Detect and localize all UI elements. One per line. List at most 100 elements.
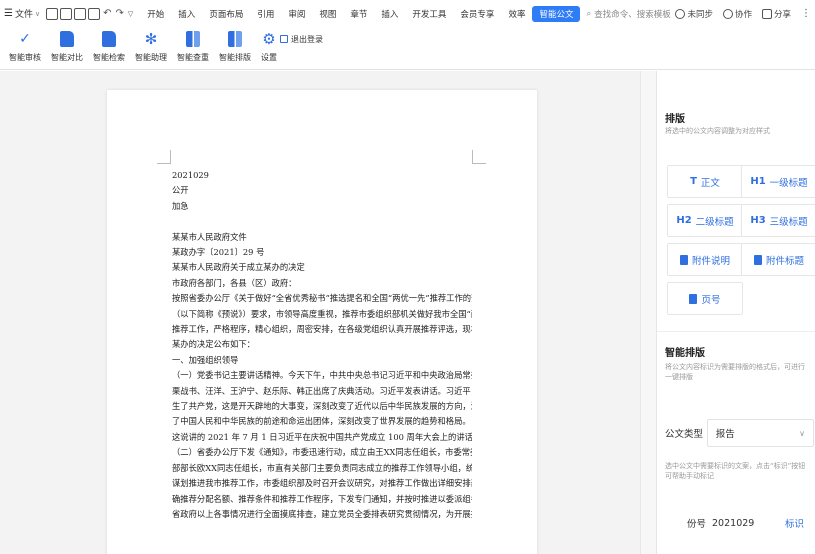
document-line[interactable]: 推荐工作，严格程序，精心组织，周密安排，在各级党组织认真开展推荐评选，现将成立 — [172, 322, 472, 337]
duplicate-icon — [186, 31, 200, 47]
vertical-scrollbar[interactable] — [640, 71, 656, 554]
smart-layout-section-subtitle: 将公文内容标识为需要排版的格式后，可进行一键排版 — [665, 363, 805, 381]
style-attachment-note-button[interactable]: 附件说明 — [667, 243, 743, 276]
smart-layout-panel: 排版 将选中的公文内容调整为对应样式 T 正文 H1 一级标题 H2 二级标题 … — [656, 71, 815, 554]
document-line[interactable]: 谋划推进我市推荐工作，市委组织部及时召开会议研究，对推荐工作做出详细安排部署，明 — [172, 476, 472, 491]
customize-icon[interactable]: ▽ — [128, 10, 133, 18]
compare-icon — [60, 31, 74, 47]
gear-icon: ✻ — [144, 30, 158, 48]
logout-icon — [280, 35, 288, 43]
document-line[interactable]: （一）党委书记主要讲话精神。今天下午，中共中央总书记习近平和中央政治局常委李克强… — [172, 368, 472, 383]
settings-label: 设置 — [261, 53, 277, 62]
layout-section-subtitle: 将选中的公文内容调整为对应样式 — [665, 127, 770, 135]
tab-smart-document[interactable]: 智能公文 — [532, 5, 581, 22]
print-icon[interactable] — [74, 7, 87, 20]
style-body-button[interactable]: T 正文 — [667, 165, 743, 198]
tab-section[interactable]: 章节 — [343, 6, 374, 22]
file-menu[interactable]: ☰ 文件 ∨ — [0, 7, 40, 20]
margin-corner-top-left — [157, 150, 171, 164]
tab-reference[interactable]: 引用 — [250, 6, 281, 22]
document-line[interactable]: （以下简称《预说》）要求，市领导高度重视，推荐市委组织部机关做好我市全国“两优一… — [172, 307, 472, 322]
style-h1-label: 一级标题 — [769, 177, 808, 189]
style-page-number-label: 页号 — [701, 294, 721, 306]
smart-duplicate-label: 智能查重 — [177, 53, 209, 62]
share-button[interactable]: 分享 — [761, 8, 791, 20]
document-line[interactable]: 确推荐分配名额、推荐条件和推荐工作程序，下发专门通知，并按时推进以委派组各委、 — [172, 492, 472, 507]
share-label: 分享 — [773, 9, 791, 20]
settings-button[interactable]: ⚙ 设置 — [256, 27, 282, 69]
tab-review[interactable]: 审阅 — [281, 6, 312, 22]
doc-type-select[interactable]: 报告 ∨ — [706, 419, 814, 447]
smart-compare-button[interactable]: 智能对比 — [46, 27, 88, 69]
document-line[interactable]: 一、加强组织领导 — [172, 353, 472, 368]
style-page-number-button[interactable]: 页号 — [667, 282, 743, 315]
sync-status[interactable]: 未同步 — [675, 8, 713, 20]
layout-section-title: 排版 — [665, 114, 685, 125]
style-attachment-title-button[interactable]: 附件标题 — [741, 243, 815, 276]
document-line[interactable]: 某办的决定公布如下： — [172, 337, 472, 352]
document-line[interactable]: 栗战书、汪洋、王沪宁、赵乐际、韩正出席了庆典活动。习近平发表讲话。习近平，中国共 — [172, 384, 472, 399]
document-line[interactable]: 生了共产党，这是开天辟地的大事变，深刻改变了近代以后中华民族发展的方向，深刻改变 — [172, 399, 472, 414]
smart-duplicate-button[interactable]: 智能查重 — [172, 27, 214, 69]
document-line[interactable]: 了中国人民和中华民族的前途和命运出团体，深刻改变了世界发展的趋势和格局。 — [172, 414, 472, 429]
hamburger-icon: ☰ — [4, 8, 13, 19]
document-page[interactable]: 2021029 公开 加急某某市人民政府文件 某政办字〔2021〕29 号某某市人民政… — [107, 90, 537, 554]
export-icon[interactable] — [60, 7, 73, 20]
document-line[interactable]: 某某市人民政府文件 — [172, 230, 472, 245]
mark-button[interactable]: 标识 — [785, 516, 804, 530]
chevron-down-icon: ∨ — [799, 428, 805, 438]
collab-button[interactable]: 协作 — [722, 8, 752, 20]
copy-number-label: 份号 — [687, 519, 707, 530]
sync-status-label: 未同步 — [687, 9, 713, 20]
copy-number-row[interactable]: 份号 2021029 — [687, 516, 755, 531]
tab-insert-2[interactable]: 插入 — [374, 6, 405, 22]
document-line[interactable]: 这说讲的 2021 年 7 月 1 日习近平在庆祝中国共产党成立 100 周年大… — [172, 430, 472, 445]
copy-number-value: 2021029 — [712, 517, 755, 529]
document-line[interactable]: 某政办字〔2021〕29 号 — [172, 245, 472, 260]
document-canvas[interactable]: 2021029 公开 加急某某市人民政府文件 某政办字〔2021〕29 号某某市人民政… — [0, 71, 640, 554]
panel-divider — [657, 331, 815, 332]
document-line[interactable]: 按照省委办公厅《关于做好“全省优秀秘书”推选提名和全国“两优一先”推荐工作的预说… — [172, 291, 472, 306]
command-search[interactable]: ⌕ 查找命令、搜索模板 — [586, 8, 670, 20]
doc-type-value: 报告 — [715, 429, 735, 440]
document-line[interactable]: 某某市人民政府关于成立某办的决定 — [172, 260, 472, 275]
tab-developer[interactable]: 开发工具 — [405, 6, 453, 22]
document-line[interactable]: （二）省委办公厅下发《通知》，市委迅速行动，成立由王XX同志任组长，市委常委、张… — [172, 445, 472, 460]
preview-icon[interactable] — [88, 7, 101, 20]
tab-page-layout[interactable]: 页面布局 — [202, 6, 250, 22]
document-line[interactable]: 2021029 — [172, 168, 472, 183]
logout-button[interactable]: 退出登录 — [280, 33, 323, 45]
tab-efficiency[interactable]: 效率 — [501, 6, 532, 22]
style-attachment-title-label: 附件标题 — [765, 255, 804, 267]
document-line[interactable]: 公开 — [172, 183, 472, 198]
style-h3-button[interactable]: H3 三级标题 — [741, 204, 815, 237]
document-line[interactable]: 部部长欧XX同志任组长，市直有关部门主要负责同志成立的推荐工作领导小组，统筹 — [172, 461, 472, 476]
tab-view[interactable]: 视图 — [312, 6, 343, 22]
tab-start[interactable]: 开始 — [140, 6, 171, 22]
style-body-label: 正文 — [700, 177, 720, 189]
smart-compare-label: 智能对比 — [51, 53, 83, 62]
undo-icon[interactable]: ↶ — [103, 8, 111, 19]
document-line[interactable]: 省政府以上各事情况进行全面摸底排查，建立党员全委排表研究贯彻情况，为开展推荐工作 — [172, 507, 472, 522]
document-line[interactable]: 加急 — [172, 199, 472, 214]
smart-layout-button[interactable]: 智能排版 — [214, 27, 256, 69]
attachment-note-icon — [679, 254, 688, 265]
document-line[interactable]: 市政府各部门，各县（区）政府： — [172, 276, 472, 291]
blank-line[interactable] — [172, 214, 472, 229]
heading1-icon: H1 — [750, 176, 766, 187]
style-h1-button[interactable]: H1 一级标题 — [741, 165, 815, 198]
document-body[interactable]: 2021029 公开 加急某某市人民政府文件 某政办字〔2021〕29 号某某市人民政… — [172, 168, 472, 522]
smart-search-button[interactable]: 智能检索 — [88, 27, 130, 69]
tab-insert[interactable]: 插入 — [171, 6, 202, 22]
right-menu: 未同步 协作 分享 ⋮ — [675, 0, 811, 27]
style-h2-button[interactable]: H2 二级标题 — [667, 204, 743, 237]
smart-review-button[interactable]: ✓ 智能审核 — [4, 27, 46, 69]
smart-search-label: 智能检索 — [93, 53, 125, 62]
smart-assistant-button[interactable]: ✻ 智能助理 — [130, 27, 172, 69]
more-icon[interactable]: ⋮ — [801, 8, 811, 19]
redo-icon[interactable]: ↷ — [116, 8, 124, 19]
save-icon[interactable] — [46, 7, 59, 20]
collab-label: 协作 — [734, 9, 752, 20]
heading3-icon: H3 — [750, 215, 766, 226]
tab-member[interactable]: 会员专享 — [453, 6, 501, 22]
